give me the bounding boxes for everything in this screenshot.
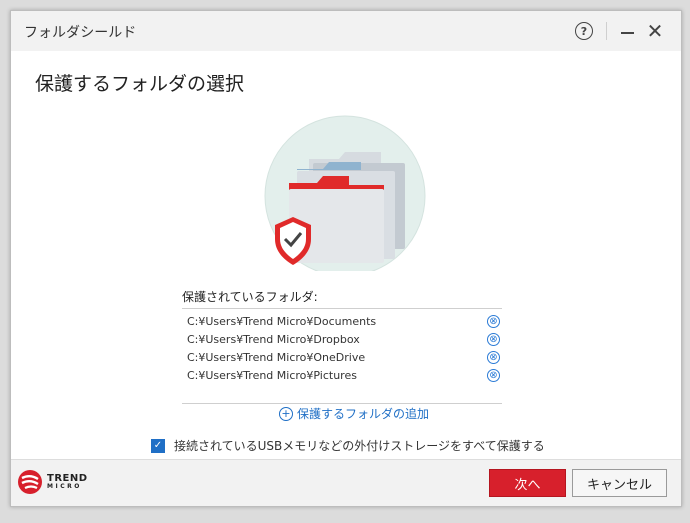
- trend-micro-logo: TREND MICRO: [17, 469, 88, 495]
- window-title: フォルダシールド: [24, 25, 137, 41]
- folder-row: C:¥Users¥Trend Micro¥Documents ⊗: [182, 312, 502, 330]
- folder-path: C:¥Users¥Trend Micro¥Pictures: [187, 368, 357, 382]
- help-button[interactable]: ?: [569, 11, 599, 51]
- titlebar-divider: [606, 22, 607, 40]
- page-title: 保護するフォルダの選択: [35, 73, 245, 95]
- folder-path: C:¥Users¥Trend Micro¥Documents: [187, 314, 377, 328]
- usb-protection-checkbox[interactable]: ✓: [151, 438, 165, 453]
- trend-micro-logo-icon: [18, 470, 42, 494]
- folder-row: C:¥Users¥Trend Micro¥Pictures ⊗: [182, 366, 502, 384]
- minimize-button[interactable]: [612, 11, 642, 51]
- remove-folder-icon[interactable]: ⊗: [487, 368, 500, 382]
- usb-protection-option[interactable]: ✓ 接続されているUSBメモリなどの外付けストレージをすべて保護する: [151, 437, 545, 454]
- folder-shield-window: フォルダシールド ? ✕ 保護するフォルダの選択 保護されているフォルダ: C:…: [10, 10, 682, 507]
- footer-bar: TREND MICRO 次へ キャンセル: [11, 459, 681, 506]
- folder-row: C:¥Users¥Trend Micro¥Dropbox ⊗: [182, 330, 502, 348]
- next-button[interactable]: 次へ: [489, 469, 566, 497]
- protected-folder-list: C:¥Users¥Trend Micro¥Documents ⊗ C:¥User…: [182, 308, 502, 404]
- remove-folder-icon[interactable]: ⊗: [487, 332, 500, 346]
- remove-folder-icon[interactable]: ⊗: [487, 350, 500, 364]
- close-icon: ✕: [646, 19, 664, 43]
- folder-row: C:¥Users¥Trend Micro¥OneDrive ⊗: [182, 348, 502, 366]
- folder-shield-illustration: [264, 115, 426, 271]
- title-bar: フォルダシールド ? ✕: [11, 11, 681, 51]
- folder-path: C:¥Users¥Trend Micro¥Dropbox: [187, 332, 360, 346]
- add-circle-icon: +: [279, 406, 293, 421]
- protected-folder-section: 保護されているフォルダ: C:¥Users¥Trend Micro¥Docume…: [182, 288, 502, 404]
- close-button[interactable]: ✕: [640, 11, 670, 51]
- remove-folder-icon[interactable]: ⊗: [487, 314, 500, 328]
- help-icon: ?: [575, 22, 593, 40]
- add-folder-link[interactable]: + 保護するフォルダの追加: [279, 405, 429, 422]
- minimize-icon: [620, 32, 634, 34]
- add-folder-label: 保護するフォルダの追加: [297, 407, 430, 421]
- logo-line-2: MICRO: [47, 483, 82, 490]
- folder-path: C:¥Users¥Trend Micro¥OneDrive: [187, 350, 366, 364]
- protected-folders-label: 保護されているフォルダ:: [182, 290, 318, 304]
- usb-protection-label: 接続されているUSBメモリなどの外付けストレージをすべて保護する: [174, 439, 545, 453]
- cancel-button[interactable]: キャンセル: [572, 469, 667, 497]
